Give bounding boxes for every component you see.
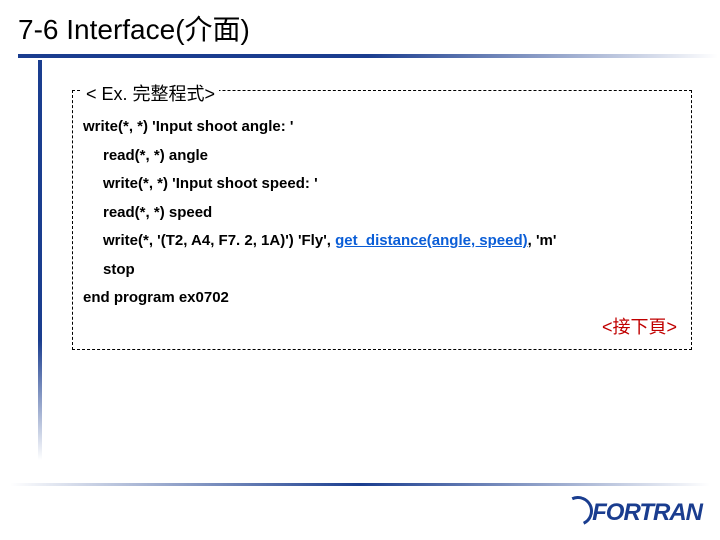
code-line: write(*, '(T2, A4, F7. 2, 1A)') 'Fly', g… [83, 227, 685, 256]
code-text: , 'm' [528, 232, 557, 249]
code-line: stop [83, 256, 685, 285]
highlighted-call: get_distance(angle, speed) [335, 232, 528, 249]
code-line: write(*, *) 'Input shoot angle: ' [83, 113, 685, 142]
code-box-label: < Ex. 完整程式> [82, 80, 219, 106]
code-line: end program ex0702 [83, 284, 685, 313]
vertical-rule [38, 60, 42, 460]
slide-title: 7-6 Interface(介面) [18, 8, 720, 48]
code-line: write(*, *) 'Input shoot speed: ' [83, 170, 685, 199]
footer-rule [10, 483, 710, 486]
title-underline [18, 54, 718, 58]
next-page-label: <接下頁> [602, 313, 677, 339]
code-line: read(*, *) speed [83, 199, 685, 228]
logo-swirl-icon [566, 494, 590, 532]
code-content: write(*, *) 'Input shoot angle: ' read(*… [73, 91, 691, 313]
fortran-logo: FORTRAN [566, 494, 702, 532]
code-box: write(*, *) 'Input shoot angle: ' read(*… [72, 90, 692, 350]
logo-text: FORTRAN [592, 499, 702, 527]
code-text: write(*, '(T2, A4, F7. 2, 1A)') 'Fly', [103, 232, 335, 249]
code-line: read(*, *) angle [83, 142, 685, 171]
